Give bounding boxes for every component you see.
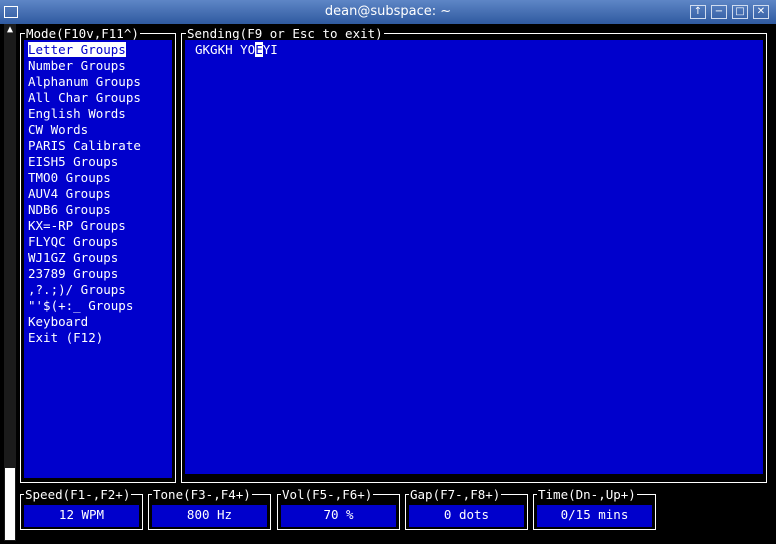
mode-item-label: Letter Groups (28, 42, 126, 57)
maximize-icon[interactable]: □ (732, 5, 748, 19)
mode-item-label: Exit (F12) (28, 330, 104, 345)
close-icon[interactable]: ✕ (753, 5, 769, 19)
tone-value[interactable]: 800 Hz (152, 505, 267, 527)
mode-item-label: WJ1GZ Groups (28, 250, 119, 265)
mode-item-label: PARIS Calibrate (28, 138, 141, 153)
pending-text: YI (262, 42, 278, 57)
mode-item-label: "'$(+:_ Groups (28, 298, 134, 313)
raise-icon[interactable]: ↑ (690, 5, 706, 19)
mode-item[interactable]: 23789 Groups (28, 266, 141, 282)
mode-item-label: CW Words (28, 122, 89, 137)
mode-item[interactable]: PARIS Calibrate (28, 138, 141, 154)
scroll-up-icon[interactable]: ▲ (4, 24, 16, 36)
mode-item-label: English Words (28, 106, 126, 121)
text-cursor: E (255, 42, 263, 57)
mode-panel: Letter Groups Number Groups Alphanum Group… (24, 40, 172, 478)
mode-item[interactable]: TMO0 Groups (28, 170, 141, 186)
time-label: Time(Dn-,Up+) (537, 487, 637, 502)
mode-item-label: KX=-RP Groups (28, 218, 126, 233)
sending-panel[interactable]: GKGKH YOEYI (185, 40, 763, 474)
mode-panel-title: Mode(F10v,F11^) (25, 26, 140, 41)
mode-item[interactable]: ,?.;)/ Groups (28, 282, 141, 298)
terminal-scrollbar[interactable]: ▲ (4, 24, 16, 541)
tone-label: Tone(F3-,F4+) (152, 487, 252, 502)
mode-item[interactable]: Keyboard (28, 314, 141, 330)
mode-item-label: FLYQC Groups (28, 234, 119, 249)
mode-item[interactable]: Exit (F12) (28, 330, 141, 346)
mode-item[interactable]: Number Groups (28, 58, 141, 74)
mode-item[interactable]: "'$(+:_ Groups (28, 298, 141, 314)
mode-item[interactable]: FLYQC Groups (28, 234, 141, 250)
mode-item-label: All Char Groups (28, 90, 141, 105)
mode-item-label: Number Groups (28, 58, 126, 73)
gap-label: Gap(F7-,F8+) (409, 487, 502, 502)
speed-label: Speed(F1-,F2+) (24, 487, 132, 502)
vol-label: Vol(F5-,F6+) (281, 487, 374, 502)
mode-item-label: NDB6 Groups (28, 202, 111, 217)
mode-item-label: ,?.;)/ Groups (28, 282, 126, 297)
sent-text: GKGKH YO (195, 42, 256, 57)
mode-item[interactable]: EISH5 Groups (28, 154, 141, 170)
window-titlebar: dean@subspace: ~ ↑ − □ ✕ (0, 0, 776, 24)
sending-text: GKGKH YOEYI (195, 42, 278, 58)
mode-item[interactable]: All Char Groups (28, 90, 141, 106)
mode-list: Letter Groups Number Groups Alphanum Group… (28, 42, 141, 346)
mode-item[interactable]: NDB6 Groups (28, 202, 141, 218)
mode-item-label: TMO0 Groups (28, 170, 111, 185)
minimize-icon[interactable]: − (711, 5, 727, 19)
mode-item[interactable]: AUV4 Groups (28, 186, 141, 202)
mode-item[interactable]: CW Words (28, 122, 141, 138)
gap-value[interactable]: 0 dots (409, 505, 524, 527)
mode-item[interactable]: English Words (28, 106, 141, 122)
mode-item-label: 23789 Groups (28, 266, 119, 281)
mode-item-label: AUV4 Groups (28, 186, 111, 201)
mode-item[interactable]: KX=-RP Groups (28, 218, 141, 234)
mode-item[interactable]: WJ1GZ Groups (28, 250, 141, 266)
mode-item[interactable]: Letter Groups (28, 42, 141, 58)
mode-item-label: Keyboard (28, 314, 89, 329)
mode-item[interactable]: Alphanum Groups (28, 74, 141, 90)
sending-panel-title: Sending(F9 or Esc to exit) (186, 26, 384, 41)
mode-item-label: Alphanum Groups (28, 74, 141, 89)
time-value[interactable]: 0/15 mins (537, 505, 652, 527)
scrollbar-thumb[interactable] (5, 468, 15, 540)
window-title: dean@subspace: ~ (324, 4, 452, 19)
speed-value[interactable]: 12 WPM (24, 505, 139, 527)
mode-item-label: EISH5 Groups (28, 154, 119, 169)
vol-value[interactable]: 70 % (281, 505, 396, 527)
